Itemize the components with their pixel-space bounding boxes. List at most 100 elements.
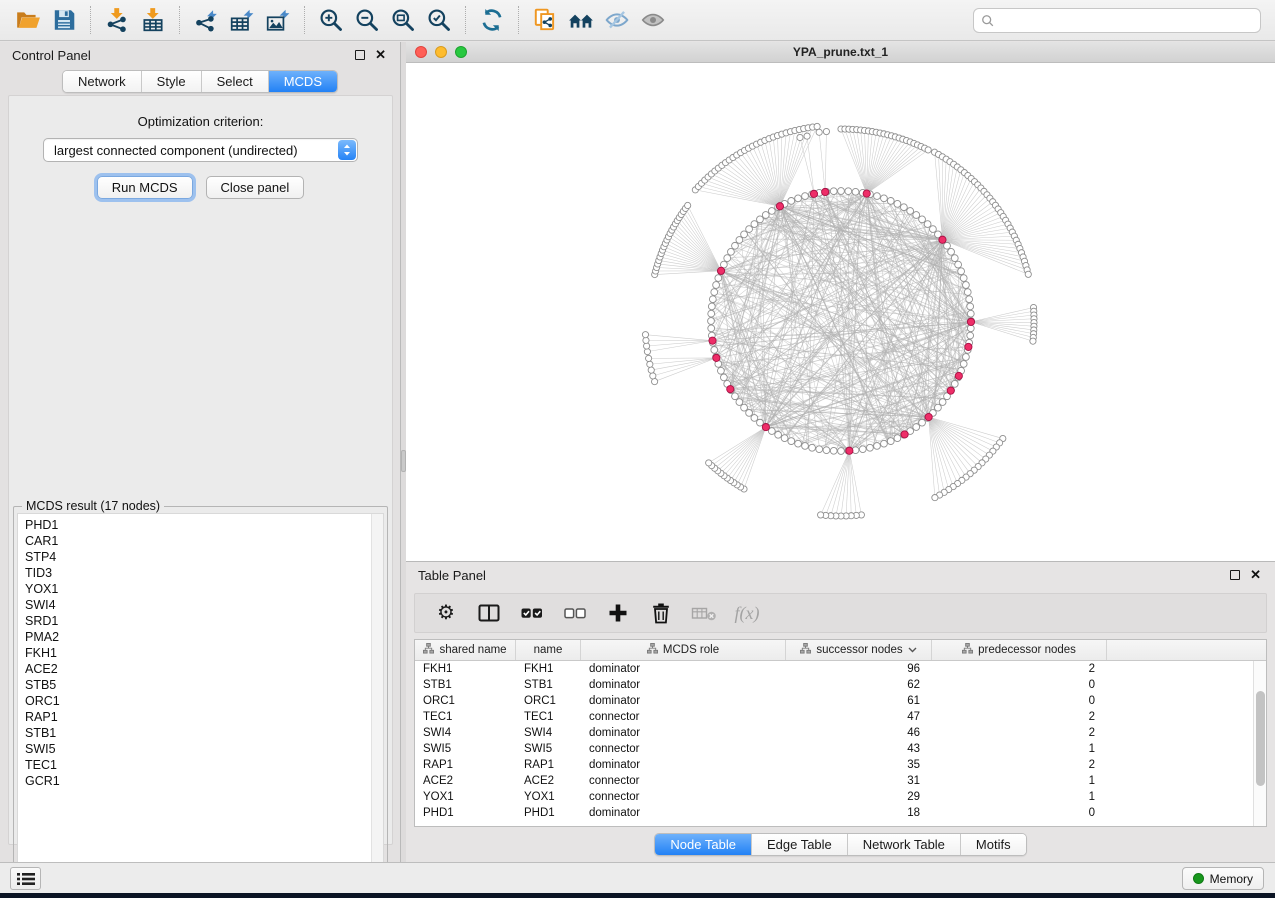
close-table-panel-icon[interactable]: ✕ [1250,570,1261,580]
mcds-result-node[interactable]: TEC1 [25,757,383,773]
table-cell[interactable]: SWI5 [516,741,581,757]
network-node[interactable] [894,200,901,207]
network-node[interactable] [720,374,727,381]
table-cell[interactable]: 1 [932,789,1107,805]
export-table-icon[interactable] [224,4,260,36]
network-node[interactable] [732,393,739,400]
network-node[interactable] [935,404,942,411]
table-cell[interactable]: PHD1 [415,805,516,821]
network-node[interactable] [887,438,894,445]
float-panel-icon[interactable] [355,50,365,60]
table-cell[interactable]: TEC1 [415,709,516,725]
network-node[interactable] [741,231,748,238]
mcds-node[interactable] [776,203,783,210]
table-row[interactable]: PHD1PHD1dominator180 [415,805,1266,821]
network-titlebar[interactable]: YPA_prune.txt_1 [406,42,1275,63]
network-node[interactable] [685,202,691,208]
network-node[interactable] [838,448,845,455]
table-cell[interactable]: 35 [786,757,932,773]
network-node[interactable] [838,188,845,195]
mcds-node[interactable] [709,337,716,344]
mcds-node[interactable] [846,447,853,454]
select-all-columns-icon[interactable] [519,600,545,626]
table-cell[interactable]: FKH1 [415,661,516,677]
table-cell[interactable]: 46 [786,725,932,741]
mcds-node[interactable] [810,190,817,197]
network-node[interactable] [894,435,901,442]
mcds-result-node[interactable]: YOX1 [25,581,383,597]
table-cell[interactable]: 96 [786,661,932,677]
zoom-fit-icon[interactable] [385,4,421,36]
table-tab-network-table[interactable]: Network Table [848,834,961,855]
table-cell[interactable]: connector [581,741,786,757]
column-header-predecessor-nodes[interactable]: predecessor nodes [932,640,1107,660]
refresh-icon[interactable] [474,4,510,36]
search-input[interactable] [973,8,1261,33]
table-cell[interactable]: dominator [581,805,786,821]
network-node[interactable] [913,424,920,431]
mcds-result-node[interactable]: STP4 [25,549,383,565]
mcds-node[interactable] [713,354,720,361]
network-node[interactable] [887,197,894,204]
mcds-node[interactable] [901,431,908,438]
tab-select[interactable]: Select [202,71,269,92]
network-node[interactable] [802,193,809,200]
network-node[interactable] [944,242,951,249]
network-node[interactable] [939,399,946,406]
first-neighbors-icon[interactable] [563,4,599,36]
network-node[interactable] [963,354,970,361]
network-node[interactable] [736,237,743,244]
table-cell[interactable]: TEC1 [516,709,581,725]
network-node[interactable] [651,378,657,384]
mcds-node[interactable] [965,343,972,350]
show-columns-icon[interactable] [476,600,502,626]
mcds-result-node[interactable]: RAP1 [25,709,383,725]
network-node[interactable] [966,296,973,303]
zoom-in-icon[interactable] [313,4,349,36]
network-node[interactable] [867,444,874,451]
network-node[interactable] [732,242,739,249]
network-node[interactable] [919,216,926,223]
table-cell[interactable]: 0 [932,805,1107,821]
save-session-icon[interactable] [46,4,82,36]
table-cell[interactable]: dominator [581,661,786,677]
mcds-result-node[interactable]: FKH1 [25,645,383,661]
network-node[interactable] [642,332,648,338]
network-node[interactable] [708,318,715,325]
table-cell[interactable]: 2 [932,709,1107,725]
network-node[interactable] [964,289,971,296]
table-cell[interactable]: connector [581,709,786,725]
network-node[interactable] [874,443,881,450]
export-network-icon[interactable] [188,4,224,36]
run-mcds-button[interactable]: Run MCDS [97,176,193,199]
network-node[interactable] [967,332,974,339]
network-node[interactable] [646,355,652,361]
network-node[interactable] [963,282,970,289]
network-node[interactable] [644,343,650,349]
network-node[interactable] [724,255,731,262]
network-canvas[interactable] [406,63,1275,561]
network-node[interactable] [802,443,809,450]
table-row[interactable]: TEC1TEC1connector472 [415,709,1266,725]
mcds-node[interactable] [925,413,932,420]
network-node[interactable] [948,248,955,255]
network-node[interactable] [736,399,743,406]
mcds-result-node[interactable]: GCR1 [25,773,383,789]
search-field[interactable] [995,14,1253,28]
table-cell[interactable]: dominator [581,757,786,773]
network-node[interactable] [795,195,802,202]
network-node[interactable] [830,188,837,195]
mcds-result-node[interactable]: SWI5 [25,741,383,757]
network-node[interactable] [717,367,724,374]
mcds-node[interactable] [947,387,954,394]
network-node[interactable] [708,310,715,317]
criterion-dropdown[interactable]: largest connected component (undirected) [43,138,358,162]
table-cell[interactable]: 2 [932,725,1107,741]
network-node[interactable] [711,289,718,296]
network-node[interactable] [960,361,967,368]
network-node[interactable] [932,494,938,500]
mcds-node[interactable] [967,318,974,325]
table-cell[interactable]: 29 [786,789,932,805]
network-node[interactable] [768,208,775,215]
network-node[interactable] [751,221,758,228]
